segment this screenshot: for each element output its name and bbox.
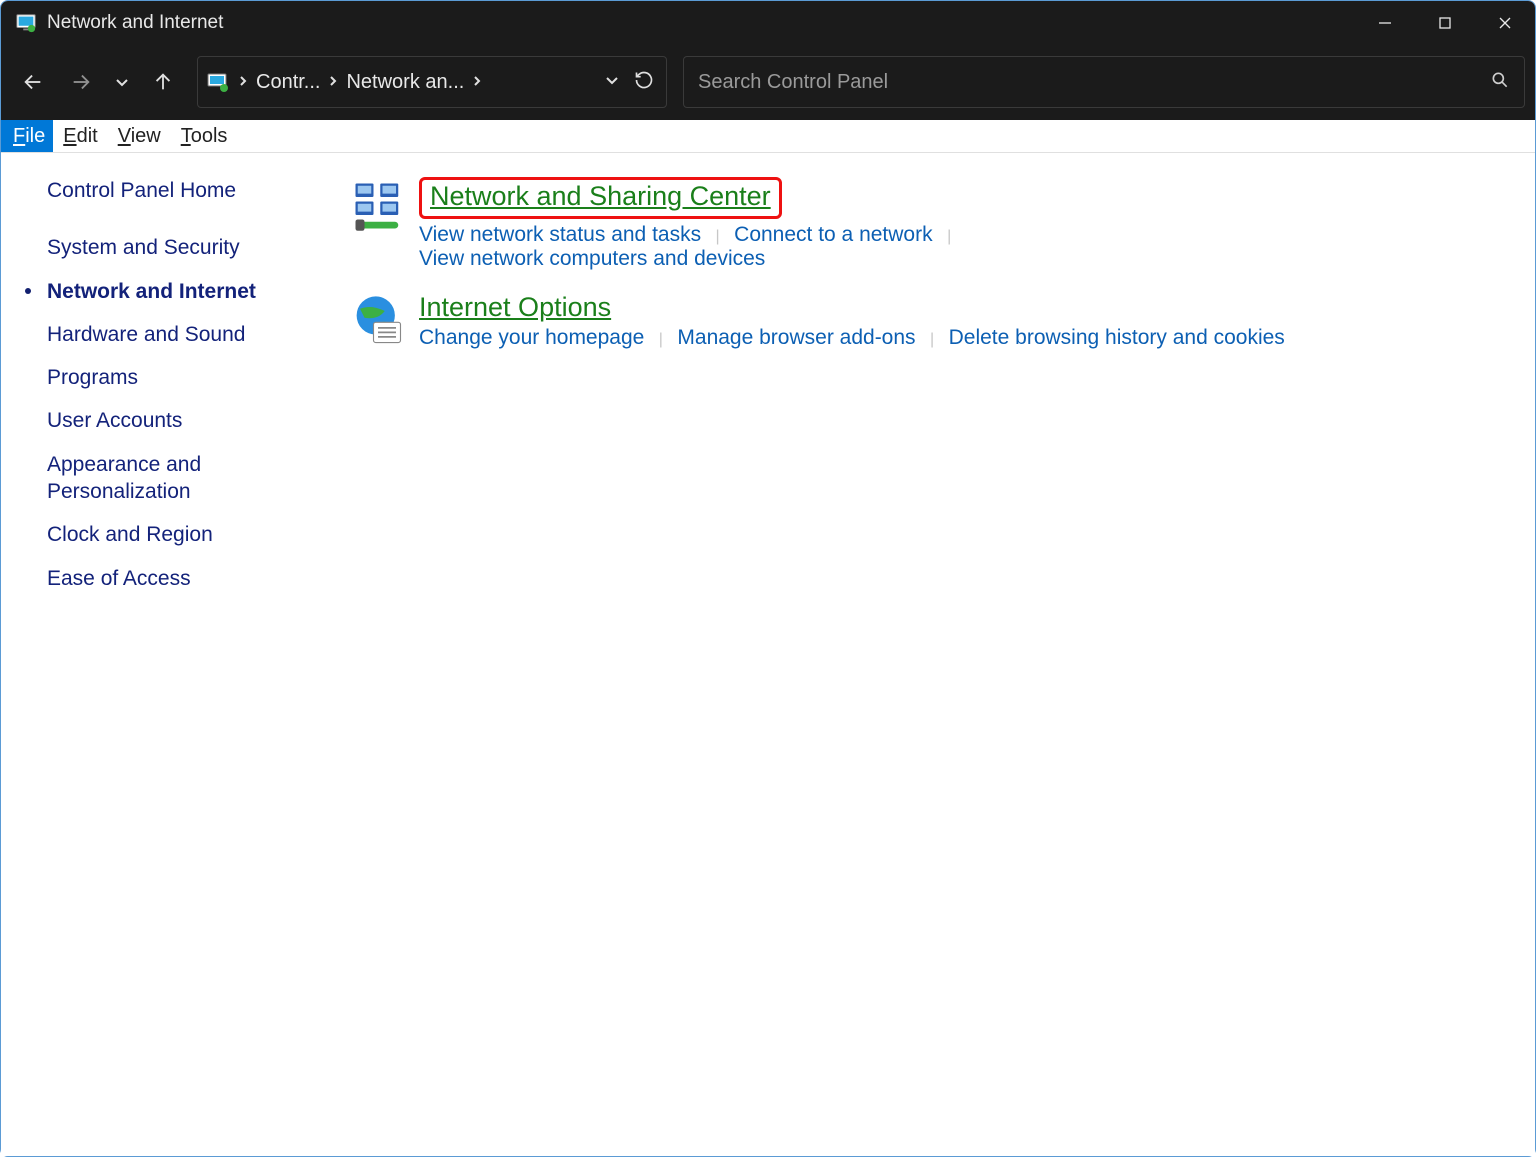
link-divider: | (947, 228, 951, 245)
search-icon[interactable] (1490, 70, 1510, 95)
main-panel: Network and Sharing Center View network … (341, 153, 1535, 1156)
control-panel-network-icon (15, 12, 37, 34)
sidebar-item-control-panel-home[interactable]: Control Panel Home (47, 177, 287, 204)
sidebar-item-hardware-and-sound[interactable]: Hardware and Sound (47, 321, 287, 348)
address-bar-icon (206, 70, 230, 94)
link-divider: | (930, 331, 934, 348)
menu-bar: File Edit View Tools (1, 120, 1535, 153)
breadcrumb-segment-2[interactable]: Network an... (340, 71, 470, 94)
connect-to-network-link[interactable]: Connect to a network (734, 223, 932, 246)
network-and-sharing-center-link[interactable]: Network and Sharing Center (419, 177, 782, 219)
search-box[interactable] (683, 56, 1525, 108)
current-indicator-icon (25, 288, 31, 294)
search-input[interactable] (698, 71, 1490, 94)
titlebar: Network and Internet (1, 1, 1535, 44)
up-button[interactable] (141, 58, 185, 106)
refresh-button[interactable] (634, 70, 654, 95)
sidebar-item-clock-and-region[interactable]: Clock and Region (47, 521, 287, 548)
close-button[interactable] (1475, 1, 1535, 44)
address-bar[interactable]: Contr... Network an... (197, 56, 667, 108)
window-title: Network and Internet (47, 12, 223, 34)
link-divider: | (659, 331, 663, 348)
navigation-toolbar: Contr... Network an... (1, 44, 1535, 120)
internet-options-link[interactable]: Internet Options (419, 291, 611, 323)
sidebar: Control Panel Home System and Security N… (1, 153, 341, 1156)
menu-view[interactable]: View (108, 120, 171, 152)
network-sharing-sublinks: View network status and tasks | Connect … (419, 223, 1505, 271)
chevron-right-icon[interactable] (326, 74, 340, 91)
sidebar-item-user-accounts[interactable]: User Accounts (47, 407, 287, 434)
chevron-right-icon[interactable] (470, 74, 484, 91)
address-history-dropdown[interactable] (604, 72, 620, 93)
content-area: Control Panel Home System and Security N… (1, 153, 1535, 1156)
recent-locations-dropdown[interactable] (107, 58, 137, 106)
view-network-computers-link[interactable]: View network computers and devices (419, 247, 765, 270)
back-button[interactable] (11, 58, 55, 106)
section-internet-options: Internet Options Change your homepage | … (351, 291, 1505, 349)
delete-browsing-history-link[interactable]: Delete browsing history and cookies (949, 326, 1285, 349)
sidebar-item-ease-of-access[interactable]: Ease of Access (47, 565, 287, 592)
menu-edit[interactable]: Edit (53, 120, 107, 152)
network-sharing-center-icon (351, 179, 405, 233)
sidebar-item-network-and-internet[interactable]: Network and Internet (47, 278, 256, 305)
menu-file[interactable]: File (1, 120, 53, 152)
forward-button[interactable] (59, 58, 103, 106)
minimize-button[interactable] (1355, 1, 1415, 44)
internet-options-icon (351, 293, 405, 347)
chevron-right-icon[interactable] (236, 74, 250, 91)
change-homepage-link[interactable]: Change your homepage (419, 326, 644, 349)
view-network-status-link[interactable]: View network status and tasks (419, 223, 701, 246)
maximize-button[interactable] (1415, 1, 1475, 44)
section-network-sharing-center: Network and Sharing Center View network … (351, 177, 1505, 271)
link-divider: | (716, 228, 720, 245)
breadcrumb-segment-1[interactable]: Contr... (250, 71, 326, 94)
sidebar-item-system-and-security[interactable]: System and Security (47, 234, 287, 261)
menu-tools[interactable]: Tools (171, 120, 238, 152)
sidebar-item-programs[interactable]: Programs (47, 364, 287, 391)
manage-browser-addons-link[interactable]: Manage browser add-ons (677, 326, 915, 349)
internet-options-sublinks: Change your homepage | Manage browser ad… (419, 326, 1505, 350)
sidebar-item-appearance-and-personalization[interactable]: Appearance and Personalization (47, 451, 287, 506)
